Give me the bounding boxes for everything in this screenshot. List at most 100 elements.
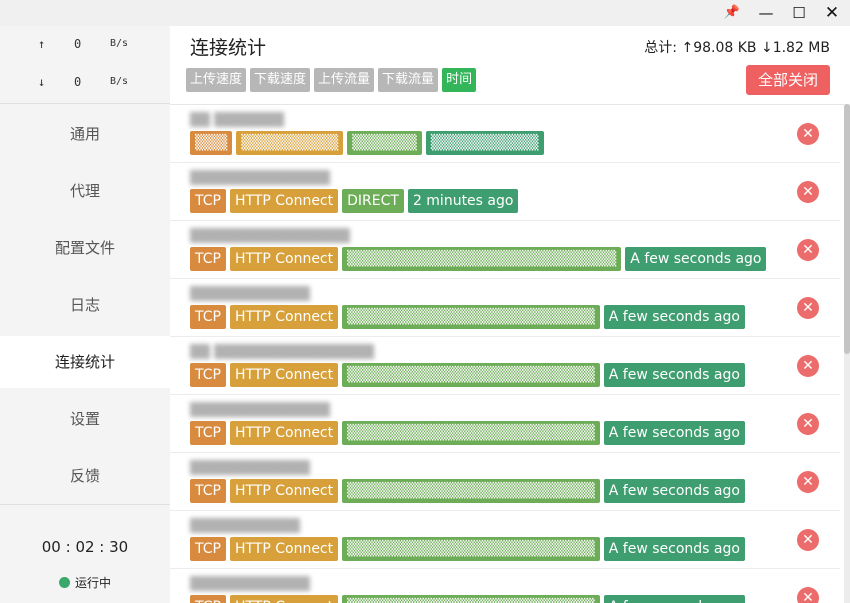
close-connection-icon[interactable]: ✕ (797, 123, 819, 145)
close-connection-icon[interactable]: ✕ (797, 355, 819, 377)
chain-tag: DIRECT (342, 189, 404, 213)
time-tag: A few seconds ago (603, 595, 745, 603)
time-tag: A few seconds ago (603, 363, 745, 387)
sidebar-divider (0, 103, 170, 104)
close-connection-icon[interactable]: ✕ (797, 413, 819, 435)
chain-tag: ▒▒▒▒▒▒▒▒▒▒▒▒▒▒▒▒▒▒▒▒▒▒▒ (342, 479, 600, 503)
connection-tags: TCPHTTP Connect▒▒▒▒▒▒▒▒▒▒▒▒▒▒▒▒▒▒▒▒▒▒▒A … (190, 305, 749, 329)
sidebar-item-proxy[interactable]: 代理 (0, 165, 170, 217)
sidebar-item-general[interactable]: 通用 (0, 108, 170, 160)
connection-list: ▒▒ ▒▒▒▒▒▒▒ ▒▒▒ ▒▒▒▒▒▒▒▒▒ ▒▒▒▒▒▒ ▒▒▒▒▒▒▒▒▒▒ ✕ ▒… (170, 105, 840, 603)
sidebar-item-settings[interactable]: 设置 (0, 393, 170, 445)
network-tag: TCP (190, 247, 226, 271)
connection-row: ▒▒▒▒▒▒▒▒▒▒▒▒▒▒ TCP HTTP Connect DIRECT 2 min… (170, 163, 840, 221)
close-connection-icon[interactable]: ✕ (797, 471, 819, 493)
network-tag: TCP (190, 189, 226, 213)
sort-download-traffic[interactable]: 下载流量 (378, 68, 439, 92)
connection-tags: ▒▒▒ ▒▒▒▒▒▒▒▒▒ ▒▒▒▒▒▒ ▒▒▒▒▒▒▒▒▒▒ (190, 131, 548, 155)
connection-row: ▒▒ ▒▒▒▒▒▒▒ ▒▒▒ ▒▒▒▒▒▒▒▒▒ ▒▒▒▒▒▒ ▒▒▒▒▒▒▒▒▒▒ ✕ (170, 105, 840, 163)
minimize-icon[interactable]: — (752, 3, 780, 23)
status-dot-icon (58, 577, 70, 588)
type-tag: HTTP Connect (229, 247, 339, 271)
scrollbar-thumb[interactable] (844, 104, 850, 354)
chain-tag: ▒▒▒▒▒▒▒▒▒▒▒▒▒▒▒▒▒▒▒▒▒▒▒ (342, 537, 600, 561)
connection-host: ▒▒▒▒▒▒▒▒▒▒▒▒ (190, 461, 310, 476)
close-connection-icon[interactable]: ✕ (797, 529, 819, 551)
connection-host: ▒▒▒▒▒▒▒▒▒▒▒▒ (190, 287, 310, 302)
upload-speed: ↑ 0 B/s (0, 37, 170, 57)
download-speed-value: 0 (74, 75, 82, 89)
close-window-icon[interactable]: ✕ (818, 3, 846, 23)
type-tag: HTTP Connect (229, 189, 339, 213)
connection-row: ▒▒▒▒▒▒▒▒▒▒▒▒▒▒ TCP HTTP Connect ▒▒▒▒▒▒▒▒▒▒▒… (170, 395, 840, 453)
close-connection-icon[interactable]: ✕ (797, 181, 819, 203)
type-tag: HTTP Connect (229, 595, 339, 603)
sidebar: ↑ 0 B/s ↓ 0 B/s 通用 代理 配置文件 日志 连接统计 设置 反馈… (0, 26, 170, 603)
network-tag: TCP (190, 363, 226, 387)
status-label: 运行中 (74, 576, 111, 590)
type-tag: HTTP Connect (229, 537, 339, 561)
pin-icon[interactable]: 📌 (718, 3, 746, 23)
download-speed-unit: B/s (110, 76, 129, 87)
network-tag: TCP (190, 537, 226, 561)
chain-tag: ▒▒▒▒▒▒▒▒▒▒▒▒▒▒▒▒▒▒▒▒▒▒▒ (342, 363, 600, 387)
chain-tag: ▒▒▒▒▒▒▒▒▒▒▒▒▒▒▒▒▒▒▒▒▒▒▒ (342, 595, 600, 603)
connection-host: ▒▒▒▒▒▒▒▒▒▒▒▒ (190, 577, 310, 592)
connection-row: ▒▒▒▒▒▒▒▒▒▒▒▒ TCPHTTP Connect▒▒▒▒▒▒▒▒▒▒▒▒▒… (170, 453, 840, 511)
connection-tags: TCPHTTP Connect▒▒▒▒▒▒▒▒▒▒▒▒▒▒▒▒▒▒▒▒▒▒▒A … (190, 479, 749, 503)
upload-speed-unit: B/s (110, 38, 129, 49)
network-tag: TCP (190, 421, 226, 445)
connection-tags: TCP HTTP Connect DIRECT 2 minutes ago (190, 189, 522, 213)
sidebar-divider (0, 504, 170, 505)
connection-row: ▒▒▒▒▒▒▒▒▒▒▒▒ TCPHTTP Connect▒▒▒▒▒▒▒▒▒▒▒▒▒… (170, 279, 840, 337)
sidebar-item-logs[interactable]: 日志 (0, 279, 170, 331)
close-all-button[interactable]: 全部关闭 (746, 65, 830, 95)
connection-tags: TCPHTTP Connect▒▒▒▒▒▒▒▒▒▒▒▒▒▒▒▒▒▒▒▒▒▒▒A … (190, 363, 749, 387)
connection-host: ▒▒▒▒▒▒▒▒▒▒▒▒▒▒▒▒ (190, 229, 350, 244)
time-tag: A few seconds ago (603, 479, 745, 503)
close-connection-icon[interactable]: ✕ (797, 239, 819, 261)
time-tag: A few seconds ago (625, 247, 767, 271)
sidebar-item-profiles[interactable]: 配置文件 (0, 222, 170, 274)
connection-host: ▒▒ ▒▒▒▒▒▒▒ (190, 113, 285, 128)
time-tag: ▒▒▒▒▒▒▒▒▒▒ (425, 131, 544, 155)
total-traffic: 总计: ↑98.08 KB ↓1.82 MB (644, 40, 830, 56)
sort-time[interactable]: 时间 (442, 68, 477, 92)
connection-tags: TCPHTTP Connect▒▒▒▒▒▒▒▒▒▒▒▒▒▒▒▒▒▒▒▒▒▒▒A … (190, 595, 749, 603)
connection-row: ▒▒▒▒▒▒▒▒▒▒▒▒ TCPHTTP Connect▒▒▒▒▒▒▒▒▒▒▒▒▒… (170, 569, 840, 603)
upload-speed-value: 0 (74, 37, 82, 51)
sidebar-item-connections[interactable]: 连接统计 (0, 336, 170, 388)
connection-host: ▒▒ ▒▒▒▒▒▒▒▒▒▒▒▒▒▒▒▒ (190, 345, 375, 360)
maximize-icon[interactable]: ☐ (785, 3, 813, 23)
upload-arrow-icon: ↑ (38, 37, 46, 51)
connection-row: ▒▒ ▒▒▒▒▒▒▒▒▒▒▒▒▒▒▒▒ TCP HTTP Connect ▒▒▒▒▒▒… (170, 337, 840, 395)
type-tag: HTTP Connect (229, 421, 339, 445)
chain-tag: ▒▒▒▒▒▒ (347, 131, 422, 155)
connection-tags: TCP HTTP Connect ▒▒▒▒▒▒▒▒▒▒▒▒▒▒▒▒▒▒▒▒▒▒▒▒▒… (190, 247, 770, 271)
sort-download-speed[interactable]: 下载速度 (250, 68, 311, 92)
sort-options: 上传速度 下载速度 上传流量 下载流量 时间 (186, 68, 480, 92)
connection-tags: TCPHTTP Connect▒▒▒▒▒▒▒▒▒▒▒▒▒▒▒▒▒▒▒▒▒▒▒A … (190, 421, 749, 445)
download-speed: ↓ 0 B/s (0, 75, 170, 95)
sort-upload-traffic[interactable]: 上传流量 (314, 68, 375, 92)
connection-host: ▒▒▒▒▒▒▒▒▒▒▒▒▒▒ (190, 403, 330, 418)
type-tag: HTTP Connect (229, 479, 339, 503)
type-tag: HTTP Connect (229, 305, 339, 329)
close-connection-icon[interactable]: ✕ (797, 297, 819, 319)
title-bar: 📌 — ☐ ✕ (0, 0, 850, 26)
scrollbar[interactable] (844, 104, 850, 603)
type-tag: HTTP Connect (229, 363, 339, 387)
connection-row: ▒▒▒▒▒▒▒▒▒▒▒▒▒▒▒▒ TCP HTTP Connect ▒▒▒▒▒▒▒▒▒… (170, 221, 840, 279)
chain-tag: ▒▒▒▒▒▒▒▒▒▒▒▒▒▒▒▒▒▒▒▒▒▒▒▒▒ (342, 247, 622, 271)
main-panel: 连接统计 总计: ↑98.08 KB ↓1.82 MB 上传速度 下载速度 上传流量… (170, 26, 850, 603)
close-connection-icon[interactable]: ✕ (797, 587, 819, 603)
connection-host: ▒▒▒▒▒▒▒▒▒▒▒ (190, 519, 300, 534)
sort-upload-speed[interactable]: 上传速度 (186, 68, 247, 92)
time-tag: A few seconds ago (603, 537, 745, 561)
network-tag: ▒▒▒ (190, 131, 233, 155)
sidebar-item-feedback[interactable]: 反馈 (0, 450, 170, 502)
time-tag: A few seconds ago (603, 421, 745, 445)
time-tag: 2 minutes ago (407, 189, 519, 213)
uptime-timer: 00 : 02 : 30 (41, 538, 129, 556)
network-tag: TCP (190, 479, 226, 503)
